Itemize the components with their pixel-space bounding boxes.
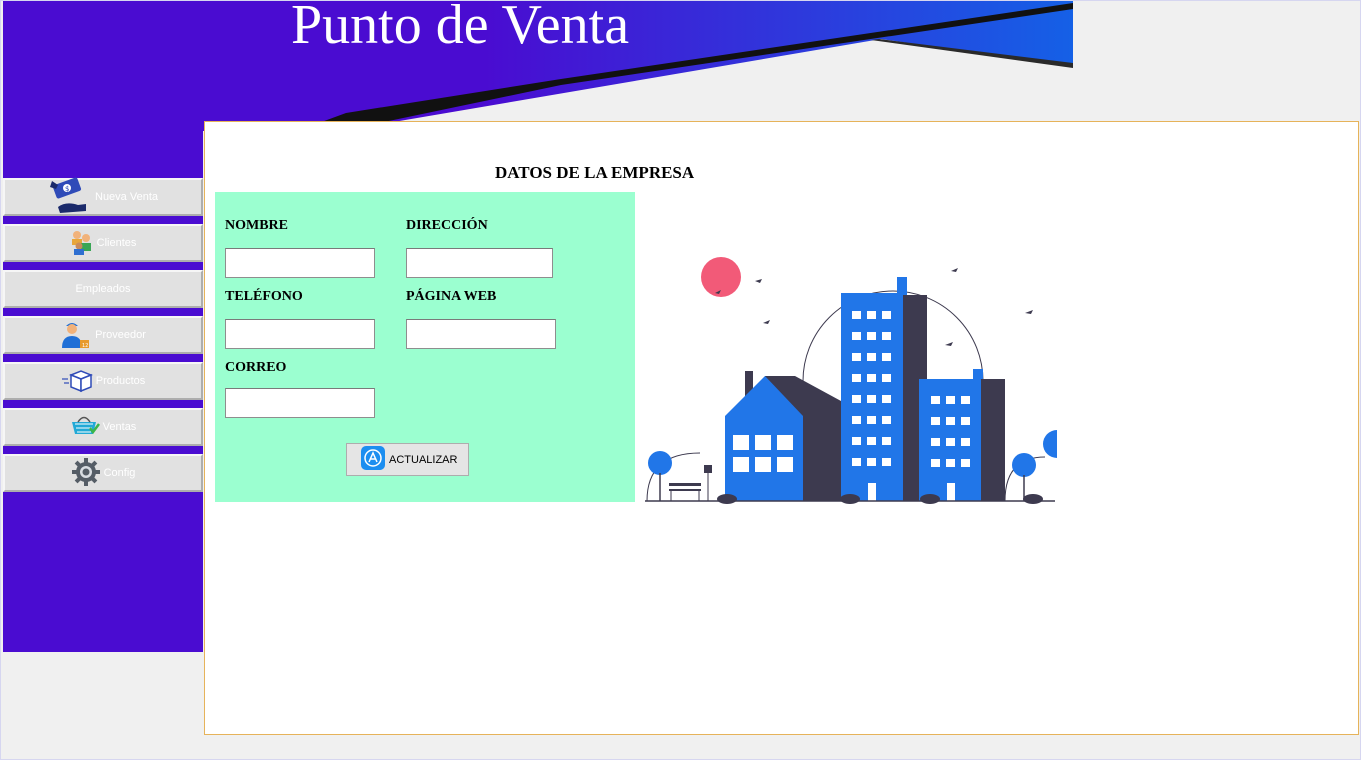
- nombre-label: NOMBRE: [225, 218, 288, 233]
- telefono-field[interactable]: [225, 319, 375, 349]
- users-icon: [70, 229, 94, 258]
- nav-item-label: Empleados: [75, 283, 131, 295]
- nav-item-label: Ventas: [102, 421, 137, 433]
- nav-proveedor-button[interactable]: 12 Proveedor: [3, 316, 203, 354]
- pagina-web-label: PÁGINA WEB: [406, 289, 497, 304]
- cash-hand-icon: $: [48, 177, 92, 218]
- nav-item-label: Productos: [95, 375, 146, 387]
- direccion-field[interactable]: [406, 248, 553, 278]
- nav-item-label: Proveedor: [95, 329, 146, 341]
- section-title: DATOS DE LA EMPRESA: [495, 163, 695, 182]
- nav-productos-button[interactable]: Productos: [3, 362, 203, 400]
- app-store-icon: [361, 446, 385, 473]
- nav-ventas-button[interactable]: Ventas: [3, 408, 203, 446]
- nombre-field[interactable]: [225, 248, 375, 278]
- telefono-label: TELÉFONO: [225, 289, 303, 304]
- correo-label: CORREO: [225, 360, 287, 375]
- svg-text:$: $: [65, 185, 69, 193]
- direccion-label: DIRECCIÓN: [406, 218, 488, 233]
- actualizar-button[interactable]: ACTUALIZAR: [346, 443, 469, 476]
- gear-icon: [71, 457, 101, 490]
- actualizar-label: ACTUALIZAR: [389, 453, 458, 466]
- nav-item-label: Config: [103, 467, 136, 479]
- svg-text:12: 12: [82, 343, 88, 349]
- nav-clientes-button[interactable]: Clientes: [3, 224, 203, 262]
- nav-config-button[interactable]: Config: [3, 454, 203, 492]
- app-window: Punto de Venta $ Nueva Venta Clientes Em…: [0, 0, 1361, 760]
- nav-item-label: Clientes: [96, 237, 137, 249]
- nav-item-label: Nueva Venta: [95, 191, 158, 203]
- nav-empleados-button[interactable]: Empleados: [3, 270, 203, 308]
- app-title: Punto de Venta: [291, 0, 630, 56]
- correo-field[interactable]: [225, 388, 375, 418]
- basket-icon: [70, 414, 100, 441]
- box-icon: [61, 367, 93, 396]
- nav-nueva-venta-button[interactable]: $ Nueva Venta: [3, 177, 203, 218]
- delivery-person-icon: 12: [60, 318, 92, 353]
- city-illustration: [645, 257, 1057, 504]
- pagina-web-field[interactable]: [406, 319, 556, 349]
